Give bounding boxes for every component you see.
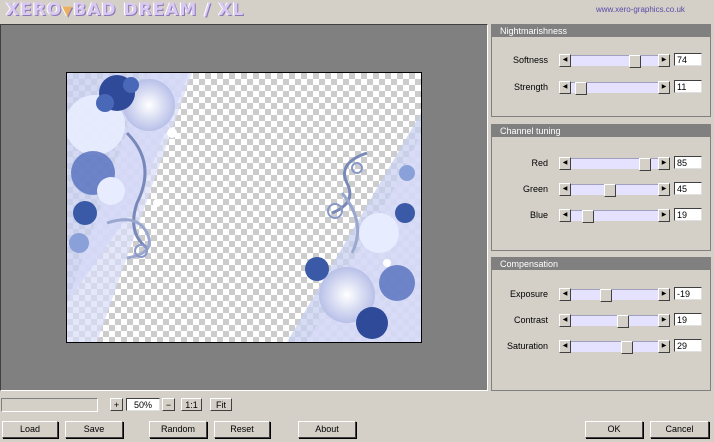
slider-left-arrow-icon[interactable]: ◀ xyxy=(559,209,571,222)
random-button[interactable]: Random xyxy=(149,421,207,438)
slider-left-arrow-icon[interactable]: ◀ xyxy=(559,54,571,67)
slider-thumb[interactable] xyxy=(604,184,617,197)
green-slider[interactable]: ◀ ▶ xyxy=(559,183,670,197)
green-row: Green ◀ ▶ 45 xyxy=(492,182,710,197)
slider-label: Softness xyxy=(512,55,548,65)
slider-right-arrow-icon[interactable]: ▶ xyxy=(658,314,670,327)
red-value-field[interactable]: 85 xyxy=(674,156,702,169)
slider-track[interactable] xyxy=(571,210,658,223)
slider-track[interactable] xyxy=(571,82,658,95)
zoom-level-field[interactable]: 50% xyxy=(126,398,160,411)
slider-left-arrow-icon[interactable]: ◀ xyxy=(559,288,571,301)
slider-left-arrow-icon[interactable]: ◀ xyxy=(559,340,571,353)
title-bar: XERO▼BAD DREAM / XL www.xero-graphics.co… xyxy=(0,0,714,22)
softness-value-field[interactable]: 74 xyxy=(674,53,702,66)
slider-label: Red xyxy=(531,158,548,168)
saturation-slider[interactable]: ◀ ▶ xyxy=(559,340,670,354)
slider-thumb[interactable] xyxy=(621,341,634,354)
artwork-image xyxy=(67,73,421,342)
slider-thumb[interactable] xyxy=(600,289,613,302)
strength-value-field[interactable]: 11 xyxy=(674,80,702,93)
website-link[interactable]: www.xero-graphics.co.uk xyxy=(596,5,685,14)
exposure-row: Exposure ◀ ▶ -19 xyxy=(492,287,710,302)
blue-value-field[interactable]: 19 xyxy=(674,208,702,221)
panel-title: Channel tuning xyxy=(492,125,710,137)
slider-thumb[interactable] xyxy=(616,315,629,328)
red-slider[interactable]: ◀ ▶ xyxy=(559,157,670,171)
strength-slider[interactable]: ◀ ▶ xyxy=(559,81,670,95)
slider-label: Contrast xyxy=(513,315,548,325)
zoom-fit-button[interactable]: Fit xyxy=(210,398,232,411)
slider-track[interactable] xyxy=(571,158,658,171)
slider-track[interactable] xyxy=(571,341,658,354)
app-logo: XERO▼BAD DREAM / XL xyxy=(6,0,245,20)
slider-track[interactable] xyxy=(571,55,658,68)
ok-button[interactable]: OK xyxy=(585,421,643,438)
slider-right-arrow-icon[interactable]: ▶ xyxy=(658,340,670,353)
contrast-value-field[interactable]: 19 xyxy=(674,313,702,326)
exposure-slider[interactable]: ◀ ▶ xyxy=(559,288,670,302)
cancel-button[interactable]: Cancel xyxy=(650,421,709,438)
preview-image[interactable] xyxy=(66,72,422,343)
slider-right-arrow-icon[interactable]: ▶ xyxy=(658,54,670,67)
slider-right-arrow-icon[interactable]: ▶ xyxy=(658,209,670,222)
slider-label: Green xyxy=(522,184,548,194)
contrast-row: Contrast ◀ ▶ 19 xyxy=(492,313,710,328)
save-button[interactable]: Save xyxy=(65,421,123,438)
slider-right-arrow-icon[interactable]: ▶ xyxy=(658,288,670,301)
exposure-value-field[interactable]: -19 xyxy=(674,287,702,300)
slider-left-arrow-icon[interactable]: ◀ xyxy=(559,157,571,170)
panel-title: Nightmarishness xyxy=(492,25,710,37)
slider-label: Saturation xyxy=(506,341,548,351)
progress-bar xyxy=(1,398,98,412)
saturation-value-field[interactable]: 29 xyxy=(674,339,702,352)
slider-track[interactable] xyxy=(571,289,658,302)
compensation-panel: Compensation Exposure ◀ ▶ -19 Contrast ◀… xyxy=(491,257,711,391)
panel-title: Compensation xyxy=(492,258,710,270)
softness-slider[interactable]: ◀ ▶ xyxy=(559,54,670,68)
slider-left-arrow-icon[interactable]: ◀ xyxy=(559,81,571,94)
reset-button[interactable]: Reset xyxy=(214,421,270,438)
zoom-in-button[interactable]: + xyxy=(110,398,123,411)
load-button[interactable]: Load xyxy=(2,421,58,438)
red-row: Red ◀ ▶ 85 xyxy=(492,156,710,171)
slider-track[interactable] xyxy=(571,315,658,328)
blue-row: Blue ◀ ▶ 19 xyxy=(492,208,710,223)
softness-row: Softness ◀ ▶ 74 xyxy=(492,53,710,68)
slider-left-arrow-icon[interactable]: ◀ xyxy=(559,183,571,196)
contrast-slider[interactable]: ◀ ▶ xyxy=(559,314,670,328)
slider-label: Strength xyxy=(513,82,548,92)
blue-slider[interactable]: ◀ ▶ xyxy=(559,209,670,223)
zoom-1to1-button[interactable]: 1:1 xyxy=(181,398,202,411)
slider-thumb[interactable] xyxy=(574,82,587,95)
slider-thumb[interactable] xyxy=(581,210,594,223)
slider-right-arrow-icon[interactable]: ▶ xyxy=(658,81,670,94)
channel-tuning-panel: Channel tuning Red ◀ ▶ 85 Green ◀ ▶ 45 B… xyxy=(491,124,711,251)
slider-right-arrow-icon[interactable]: ▶ xyxy=(658,183,670,196)
saturation-row: Saturation ◀ ▶ 29 xyxy=(492,339,710,354)
slider-thumb[interactable] xyxy=(638,158,651,171)
slider-track[interactable] xyxy=(571,184,658,197)
slider-thumb[interactable] xyxy=(629,55,642,68)
about-button[interactable]: About xyxy=(298,421,356,438)
slider-right-arrow-icon[interactable]: ▶ xyxy=(658,157,670,170)
green-value-field[interactable]: 45 xyxy=(674,182,702,195)
nightmarishness-panel: Nightmarishness Softness ◀ ▶ 74 Strength… xyxy=(491,24,711,117)
slider-label: Blue xyxy=(529,210,548,220)
slider-label: Exposure xyxy=(509,289,548,299)
strength-row: Strength ◀ ▶ 11 xyxy=(492,80,710,95)
zoom-out-button[interactable]: − xyxy=(162,398,175,411)
slider-left-arrow-icon[interactable]: ◀ xyxy=(559,314,571,327)
